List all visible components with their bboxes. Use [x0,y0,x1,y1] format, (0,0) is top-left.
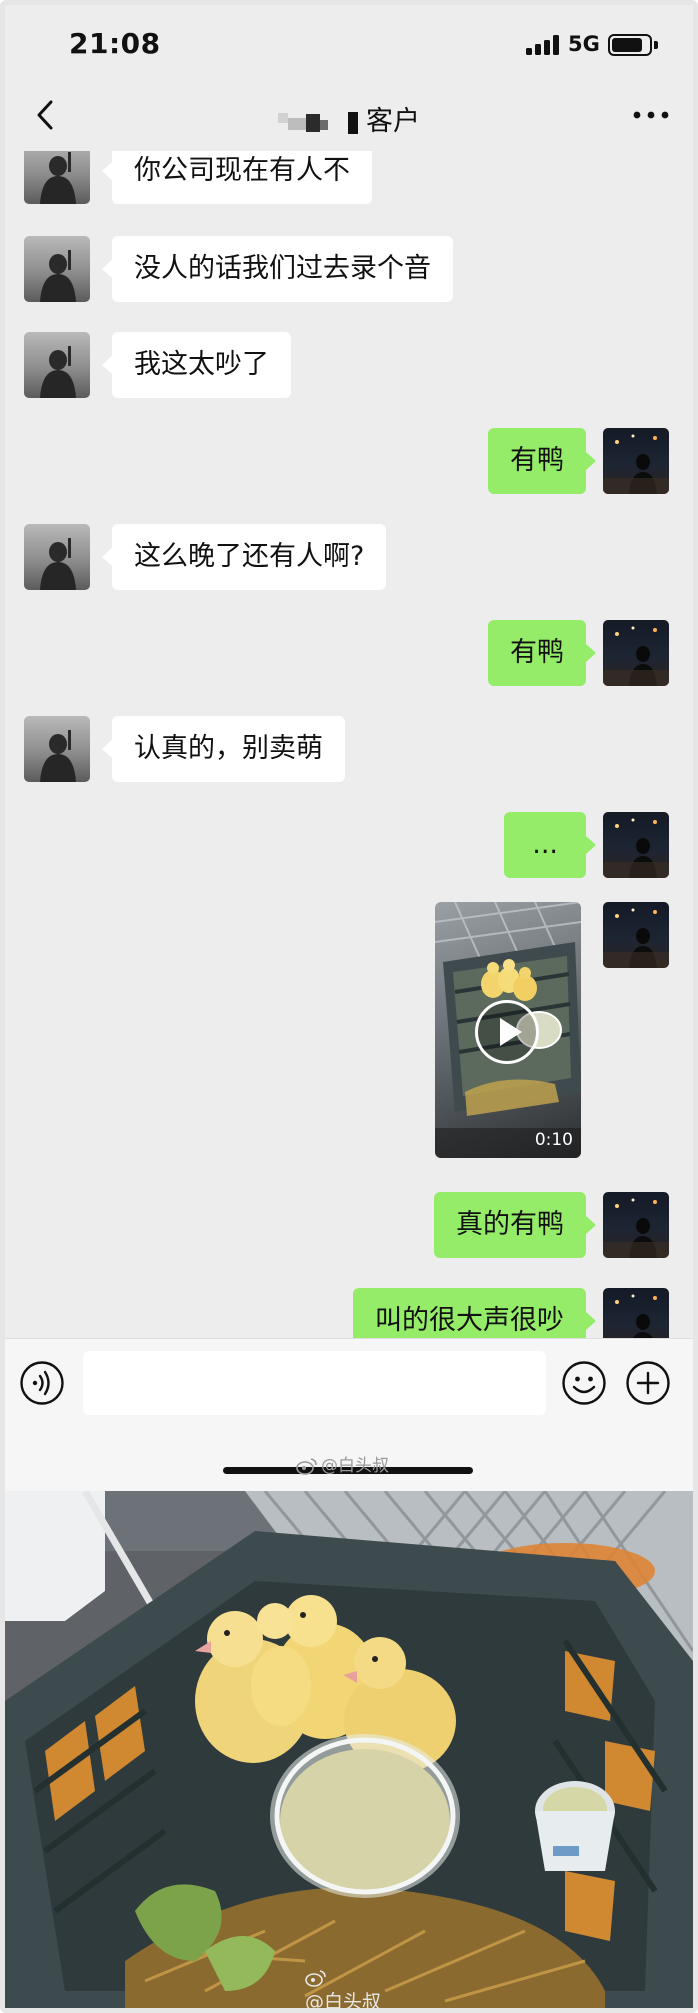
play-icon[interactable] [475,1000,539,1064]
my-avatar[interactable] [603,1288,669,1338]
wechat-chat-screen: 21:08 5G 客户 你公司现在有人不 没人的话我们过去录个音 我这太吵了 有… [5,5,693,1491]
message-bubble[interactable]: 我这太吵了 [102,332,291,398]
weibo-watermark: @白头叔 [296,1451,389,1476]
message-input[interactable] [83,1351,546,1415]
weibo-watermark-text: @白头叔 [321,1456,389,1476]
message-bubble[interactable]: 你公司现在有人不 [102,151,372,204]
battery-icon [608,34,652,56]
plus-icon[interactable] [625,1360,671,1406]
contact-avatar[interactable] [24,236,90,302]
status-bar: 21:08 5G [5,5,693,85]
battery-cap [654,41,658,49]
contact-avatar[interactable] [24,524,90,590]
contact-avatar[interactable] [24,716,90,782]
message-list[interactable]: 你公司现在有人不 没人的话我们过去录个音 我这太吵了 有鸭 这么晚了还有人啊? … [5,151,693,1338]
contact-avatar[interactable] [24,151,90,204]
status-time: 21:08 [69,27,161,60]
input-bar: @白头叔 [5,1338,693,1491]
weibo-logo-icon [296,1458,317,1475]
voice-icon[interactable] [19,1360,65,1406]
message-bubble[interactable]: 有鸭 [488,620,596,686]
network-label: 5G [568,32,600,56]
photo-watermark-text: @白头叔 [305,1991,382,2008]
message-bubble[interactable]: 叫的很大声很吵 [353,1288,596,1338]
message-bubble[interactable]: 认真的，别卖萌 [102,716,345,782]
chat-title-text: 客户 [366,106,420,137]
my-avatar[interactable] [603,812,669,878]
my-avatar[interactable] [603,902,669,968]
message-bubble[interactable]: 真的有鸭 [434,1192,596,1258]
message-bubble[interactable]: 没人的话我们过去录个音 [102,236,453,302]
my-avatar[interactable] [603,1192,669,1258]
my-avatar[interactable] [603,620,669,686]
video-message[interactable]: 0:10 [435,902,581,1158]
message-bubble[interactable]: 有鸭 [488,428,596,494]
message-bubble[interactable]: 这么晚了还有人啊? [101,524,387,590]
nav-bar: 客户 [5,85,693,151]
ducklings-photo: @白头叔 [5,1491,693,2008]
chat-title: 客户 [5,99,693,138]
signal-icon [526,35,560,55]
message-bubble[interactable]: ... [504,812,596,878]
more-dots-icon[interactable] [629,97,673,133]
photo-watermark: @白头叔 [305,1969,381,2008]
redacted-name [278,111,358,134]
weibo-logo-icon [305,1970,326,1987]
emoji-icon[interactable] [561,1360,607,1406]
ducklings-image [5,1491,693,2008]
my-avatar[interactable] [603,428,669,494]
contact-avatar[interactable] [24,332,90,398]
video-duration: 0:10 [534,1130,573,1150]
